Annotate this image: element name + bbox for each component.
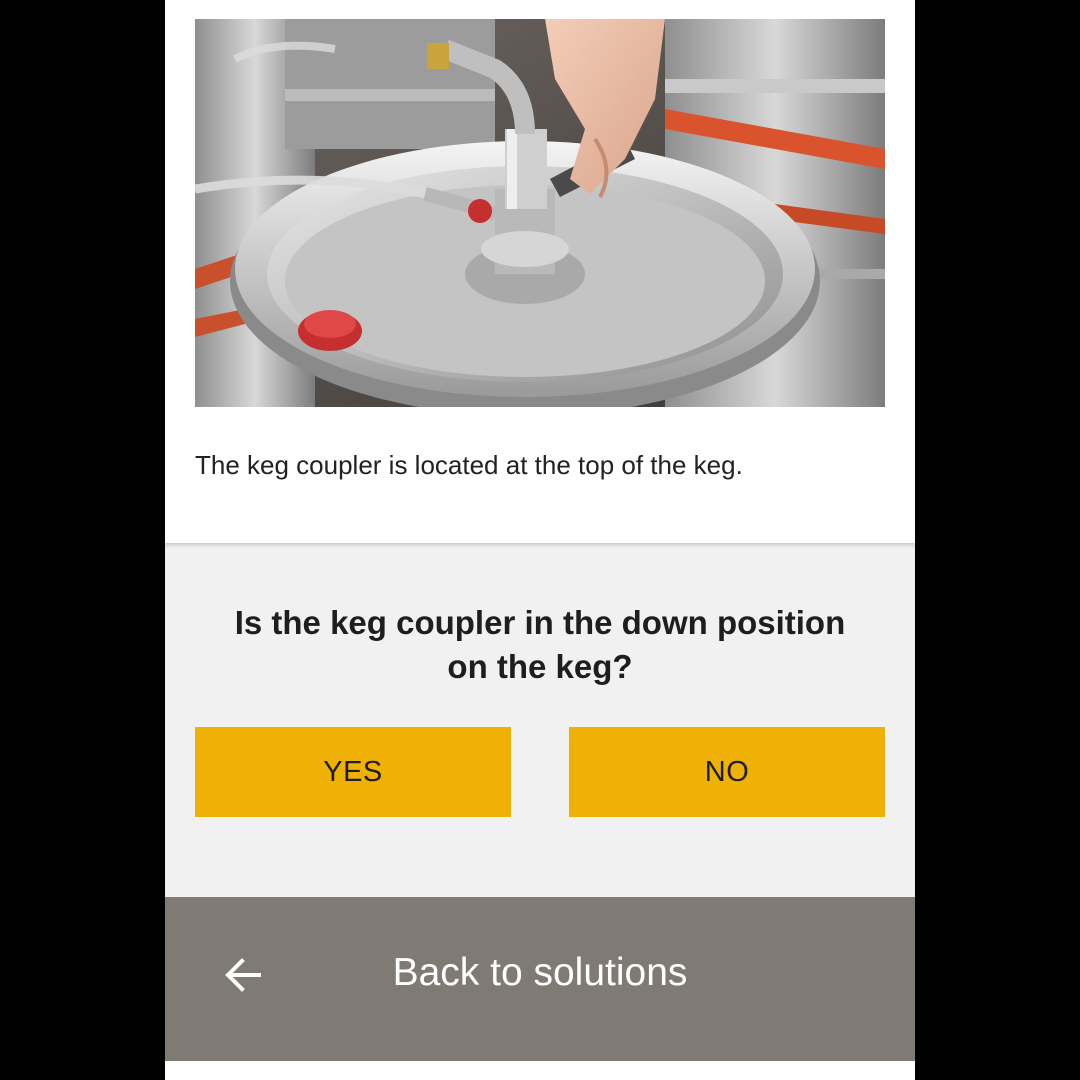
- no-button[interactable]: NO: [569, 727, 885, 817]
- question-panel: Is the keg coupler in the down position …: [165, 543, 915, 897]
- back-to-solutions-label: Back to solutions: [392, 951, 688, 994]
- yes-button[interactable]: YES: [195, 727, 511, 817]
- coupler-caption: The keg coupler is located at the top of…: [195, 450, 743, 480]
- back-to-solutions-button[interactable]: Back to solutions: [165, 897, 915, 1061]
- content-card: The keg coupler is located at the top of…: [165, 0, 915, 543]
- keg-coupler-photo: [195, 19, 885, 407]
- app-screen: The keg coupler is located at the top of…: [165, 0, 915, 1080]
- troubleshooting-question: Is the keg coupler in the down position …: [234, 604, 846, 685]
- bottom-strip: [165, 1061, 915, 1080]
